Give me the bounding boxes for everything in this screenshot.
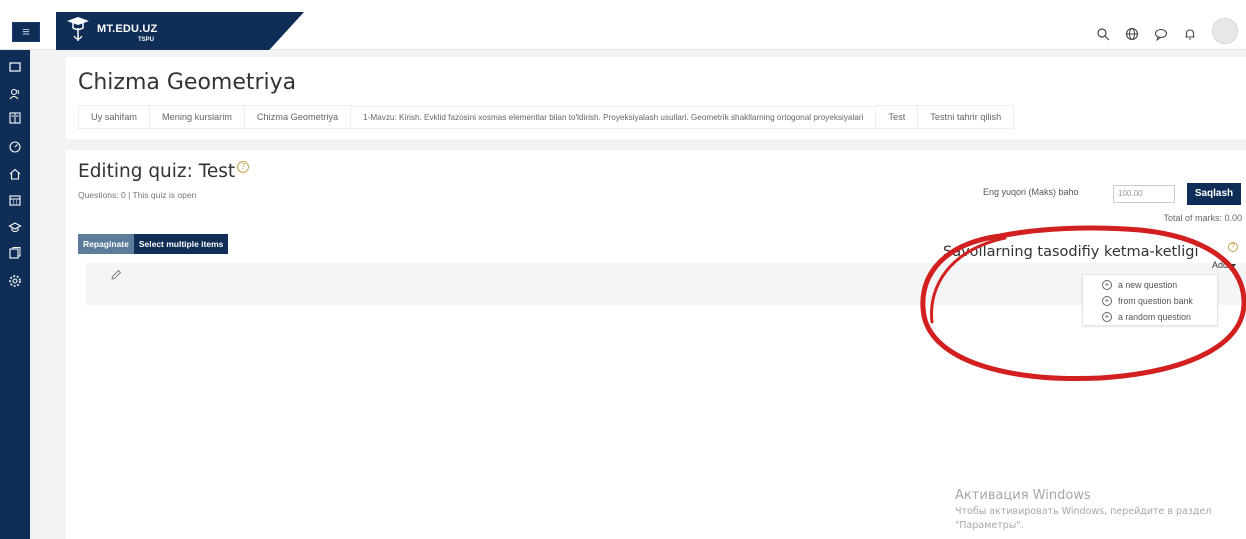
globe-icon[interactable] xyxy=(1125,27,1139,41)
quiz-title-text: Editing quiz: Test xyxy=(78,161,236,182)
windows-activation-watermark: Активация Windows Чтобы активировать Win… xyxy=(955,488,1246,533)
breadcrumb-item[interactable]: Test xyxy=(876,105,919,129)
section-heading: Savollarning tasodifiy ketma-ketligi xyxy=(943,244,1199,260)
quiz-title: Editing quiz: Test? xyxy=(78,161,250,182)
pencil-icon[interactable] xyxy=(110,269,122,281)
caret-down-icon xyxy=(1230,263,1237,268)
add-dropdown-toggle[interactable]: Add xyxy=(1212,260,1237,270)
brand-subtitle: TSPU xyxy=(138,37,155,43)
breadcrumb-item[interactable]: Testni tahrir qilish xyxy=(918,105,1015,129)
max-grade-input[interactable]: 100.00 xyxy=(1113,185,1175,203)
menu-item-question-bank[interactable]: + from question bank xyxy=(1102,296,1193,306)
add-menu: + a new question + from question bank + … xyxy=(1082,274,1218,326)
plus-circle-icon: + xyxy=(1102,280,1112,290)
chat-icon[interactable] xyxy=(1154,27,1168,41)
watermark-subtitle: Чтобы активировать Windows, перейдите в … xyxy=(955,506,1212,531)
folder-icon[interactable] xyxy=(8,60,22,74)
plus-circle-icon: + xyxy=(1102,296,1112,306)
sidebar xyxy=(0,50,30,539)
menu-item-random-question[interactable]: + a random question xyxy=(1102,312,1191,322)
dashboard-icon[interactable] xyxy=(8,140,22,154)
top-icons xyxy=(1096,18,1238,44)
help-icon[interactable]: ? xyxy=(1228,242,1238,252)
max-grade-label: Eng yuqori (Maks) baho xyxy=(983,187,1079,197)
menu-item-new-question[interactable]: + a new question xyxy=(1102,280,1177,290)
breadcrumb-item[interactable]: Chizma Geometriya xyxy=(244,105,352,129)
quiz-actions: Repaginate Select multiple items xyxy=(78,234,229,254)
menu-item-label: from question bank xyxy=(1118,296,1193,306)
plus-circle-icon: + xyxy=(1102,312,1112,322)
add-label: Add xyxy=(1212,260,1229,270)
breadcrumb-item[interactable]: Uy sahifam xyxy=(78,105,150,129)
settings-icon[interactable] xyxy=(8,274,22,288)
select-multiple-button[interactable]: Select multiple items xyxy=(133,234,229,254)
section-row xyxy=(86,263,1246,305)
home-icon[interactable] xyxy=(8,167,22,181)
brand-name[interactable]: MT.EDU.UZ xyxy=(97,23,157,35)
hamburger-icon[interactable]: ≡ xyxy=(12,22,40,42)
brand-band xyxy=(56,12,304,50)
avatar[interactable] xyxy=(1212,18,1238,44)
files-icon[interactable] xyxy=(8,246,22,260)
users-icon[interactable] xyxy=(8,87,22,101)
calendar-icon[interactable] xyxy=(8,193,22,207)
total-marks: Total of marks: 0.00 xyxy=(1163,213,1242,223)
help-icon[interactable]: ? xyxy=(237,161,250,173)
breadcrumb-item[interactable]: Mening kurslarim xyxy=(149,105,245,129)
bell-icon[interactable] xyxy=(1183,27,1197,41)
main-content: Editing quiz: Test? Questions: 0 | This … xyxy=(66,150,1246,539)
watermark-title: Активация Windows xyxy=(955,488,1091,503)
page-title: Chizma Geometriya xyxy=(78,70,297,95)
page-header: Chizma Geometriya Uy sahifam Mening kurs… xyxy=(66,57,1246,139)
menu-item-label: a new question xyxy=(1118,280,1178,290)
repaginate-button[interactable]: Repaginate xyxy=(78,234,134,254)
breadcrumb-item[interactable]: 1-Mavzu: Kirish. Evklid fazosini xosmas … xyxy=(351,105,877,129)
graduation-icon[interactable] xyxy=(8,220,22,234)
graduation-logo-icon[interactable] xyxy=(64,14,92,44)
quiz-status: Questions: 0 | This quiz is open xyxy=(78,190,197,200)
top-navbar: ≡ MT.EDU.UZ TSPU xyxy=(0,0,1246,50)
search-icon[interactable] xyxy=(1096,27,1110,41)
breadcrumb: Uy sahifam Mening kurslarim Chizma Geome… xyxy=(78,105,1015,129)
menu-item-label: a random question xyxy=(1118,312,1191,322)
save-button[interactable]: Saqlash xyxy=(1187,183,1241,205)
book-icon[interactable] xyxy=(8,111,22,125)
